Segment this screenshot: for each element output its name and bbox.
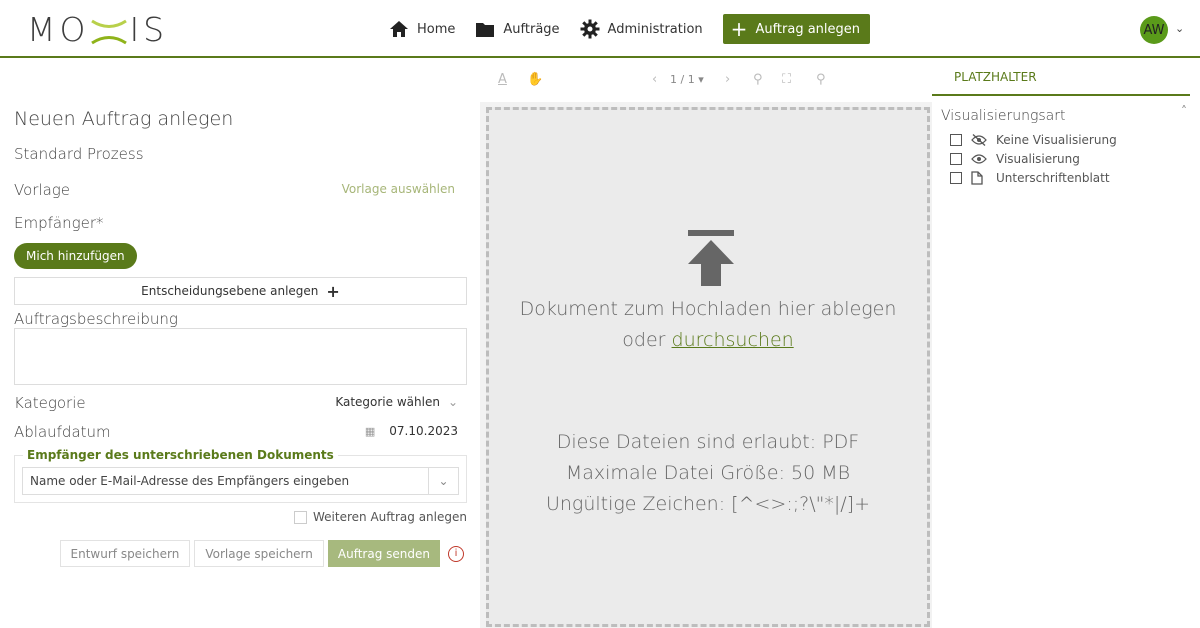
category-label: Kategorie <box>14 394 86 412</box>
recipient-email-placeholder: Name oder E-Mail-Adresse des Empfängers … <box>30 474 350 488</box>
upload-icon <box>688 230 734 286</box>
placeholder-panel: PLATZHALTER Visualisierungsart ˄ Keine V… <box>932 60 1200 628</box>
another-order-option[interactable]: Weiteren Auftrag anlegen <box>294 510 467 524</box>
allowed-files-text: Diese Dateien sind erlaubt: PDF <box>556 431 860 453</box>
plus-icon: + <box>326 281 340 301</box>
option-signature-sheet[interactable]: Unterschriftenblatt <box>950 171 1110 185</box>
add-decision-level-label: Entscheidungsebene anlegen <box>141 284 319 298</box>
tab-platzhalter[interactable]: PLATZHALTER <box>932 60 1190 96</box>
home-icon <box>390 21 408 37</box>
dropzone-browse-prefix: oder <box>622 329 666 351</box>
dropzone-browse-line: oder durchsuchen <box>489 329 927 351</box>
add-decision-level-button[interactable]: Entscheidungsebene anlegen + <box>14 277 467 305</box>
file-icon <box>971 171 987 185</box>
expiry-date-value: 07.10.2023 <box>389 424 458 438</box>
zoom-in-icon[interactable]: ⚲ <box>816 72 826 87</box>
invalid-chars-text: Ungültige Zeichen: [^<>:;?\"*|/]+ <box>545 493 870 515</box>
signed-doc-recipients-legend: Empfänger des unterschriebenen Dokuments <box>23 448 338 462</box>
category-select-value: Kategorie wählen <box>335 395 440 409</box>
vorlage-label: Vorlage <box>14 181 71 199</box>
nav-administration-label: Administration <box>607 21 703 37</box>
chevron-down-icon: ⌄ <box>447 395 458 409</box>
zoom-out-icon[interactable]: ⚲ <box>753 72 763 87</box>
folder-icon <box>476 22 495 37</box>
nav-administration[interactable]: Administration <box>580 19 703 39</box>
create-order-button[interactable]: + Auftrag anlegen <box>722 14 871 44</box>
logo-x-mark <box>90 16 128 46</box>
nav-home[interactable]: Home <box>389 20 455 38</box>
logo-text: MO IS <box>27 9 169 49</box>
form-actions: Entwurf speichern Vorlage speichern Auft… <box>59 540 464 567</box>
document-viewer: A ✋ ‹ 1 / 1 ▾ › ⚲ ⛶ ⚲ Dokument zum Hochl… <box>480 60 932 628</box>
save-template-button[interactable]: Vorlage speichern <box>194 540 324 567</box>
plus-icon: + <box>730 17 748 41</box>
page-indicator[interactable]: 1 / 1 ▾ <box>670 73 704 86</box>
no-visualization-checkbox[interactable] <box>950 134 962 146</box>
signature-sheet-label: Unterschriftenblatt <box>996 171 1110 185</box>
info-icon[interactable]: i <box>448 545 464 562</box>
signed-doc-recipients-group: Empfänger des unterschriebenen Dokuments… <box>14 448 467 503</box>
option-visualization[interactable]: Visualisierung <box>950 152 1080 166</box>
category-select[interactable]: Kategorie wählen ⌄ <box>335 395 458 409</box>
another-order-checkbox[interactable] <box>294 510 308 524</box>
main-nav: Home Aufträge Administration + Auftrag a… <box>389 14 871 44</box>
description-textarea[interactable] <box>14 328 467 385</box>
chevron-down-icon[interactable]: ⌄ <box>428 468 458 494</box>
chevron-right-icon[interactable]: › <box>725 72 730 87</box>
option-no-visualization[interactable]: Keine Visualisierung <box>950 133 1117 147</box>
expiry-label: Ablaufdatum <box>14 423 111 441</box>
select-template-link[interactable]: Vorlage auswählen <box>342 182 455 196</box>
calendar-icon: ▦ <box>364 424 376 438</box>
create-order-label: Auftrag anlegen <box>755 21 861 37</box>
order-form: Neuen Auftrag anlegen Standard Prozess V… <box>0 60 480 628</box>
nav-home-label: Home <box>417 21 456 37</box>
save-draft-button[interactable]: Entwurf speichern <box>59 540 191 567</box>
browse-link[interactable]: durchsuchen <box>672 329 794 351</box>
process-name: Standard Prozess <box>14 145 144 163</box>
another-order-label: Weiteren Auftrag anlegen <box>313 510 467 524</box>
avatar[interactable]: AW <box>1140 16 1168 44</box>
hand-icon[interactable]: ✋ <box>527 72 543 87</box>
description-label: Auftragsbeschreibung <box>14 310 178 328</box>
visualization-label: Visualisierung <box>996 152 1080 166</box>
expiry-date-field[interactable]: ▦ 07.10.2023 <box>365 424 458 438</box>
visualization-checkbox[interactable] <box>950 153 962 165</box>
visualization-section-title: Visualisierungsart <box>941 108 1066 124</box>
chevron-up-icon[interactable]: ˄ <box>1181 104 1187 118</box>
page-indicator-value: 1 / 1 <box>670 73 695 86</box>
max-size-text: Maximale Datei Größe: 50 MB <box>565 462 851 484</box>
recipient-email-input[interactable]: Name oder E-Mail-Adresse des Empfängers … <box>22 467 459 495</box>
fit-page-icon[interactable]: ⛶ <box>782 72 791 87</box>
chevron-left-icon[interactable]: ‹ <box>652 72 657 87</box>
recipients-label: Empfänger* <box>14 214 104 232</box>
send-order-button[interactable]: Auftrag senden <box>327 540 440 567</box>
dropzone-instruction: Dokument zum Hochladen hier ablegen <box>519 298 897 320</box>
gear-icon <box>580 19 600 39</box>
add-me-button[interactable]: Mich hinzufügen <box>14 243 137 269</box>
no-visualization-label: Keine Visualisierung <box>996 133 1117 147</box>
eye-slash-icon <box>971 134 987 146</box>
upload-dropzone[interactable]: Dokument zum Hochladen hier ablegen oder… <box>486 107 930 627</box>
nav-auftraege[interactable]: Aufträge <box>475 21 560 38</box>
eye-icon <box>971 153 987 165</box>
logo[interactable]: MO IS <box>27 9 169 49</box>
viewer-toolbar: A ✋ ‹ 1 / 1 ▾ › ⚲ ⛶ ⚲ <box>480 60 932 102</box>
signature-sheet-checkbox[interactable] <box>950 172 962 184</box>
text-select-icon[interactable]: A <box>498 72 507 87</box>
top-bar: MO IS Home Aufträge Administration + Auft… <box>0 0 1200 58</box>
nav-auftraege-label: Aufträge <box>503 21 560 37</box>
page-title: Neuen Auftrag anlegen <box>14 108 234 130</box>
chevron-down-icon[interactable]: ⌄ <box>1175 22 1184 35</box>
